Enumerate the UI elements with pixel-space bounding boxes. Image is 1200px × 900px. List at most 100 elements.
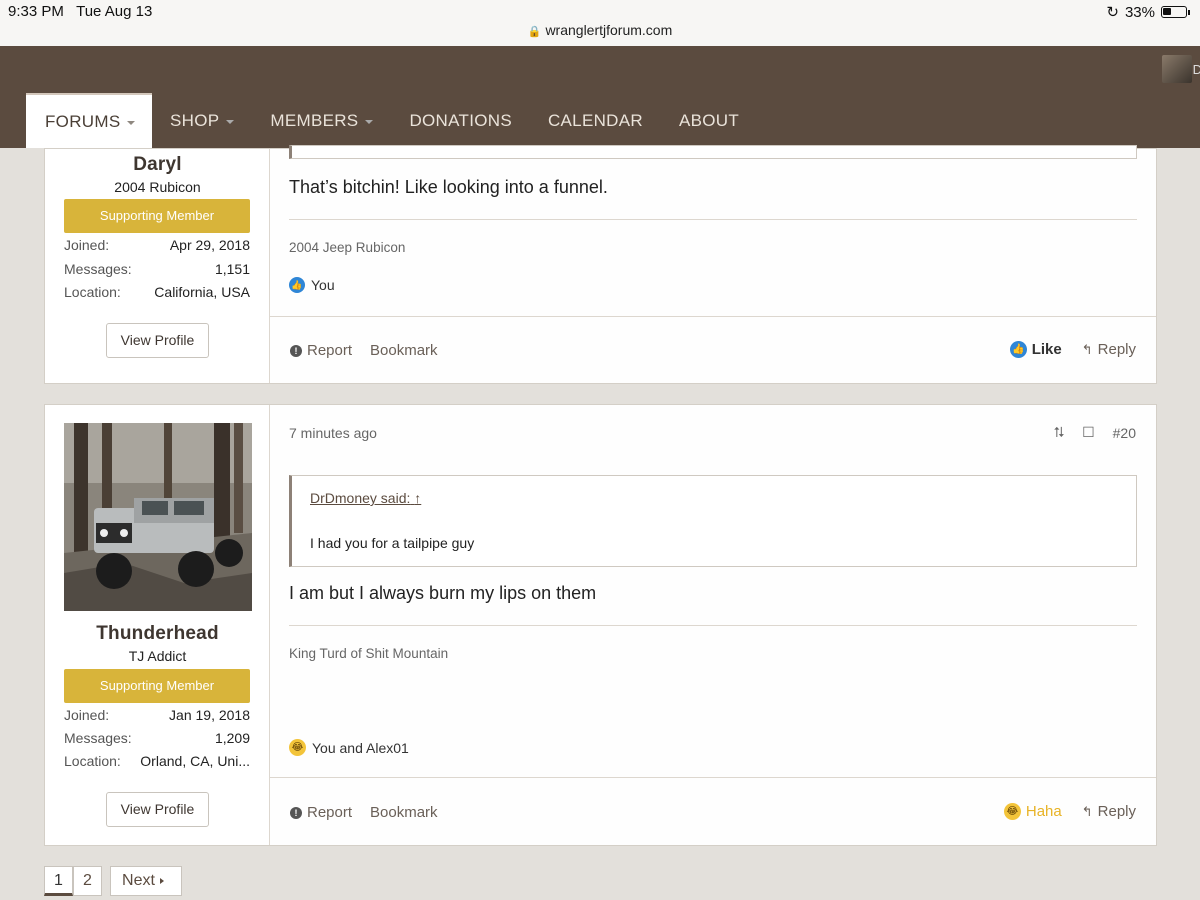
- page-2[interactable]: 2: [73, 866, 102, 896]
- messages-label: Messages:: [64, 261, 132, 277]
- like-icon: 👍: [289, 277, 305, 293]
- pagination: 1 2 Next: [44, 866, 182, 896]
- view-profile-button[interactable]: View Profile: [106, 323, 209, 358]
- location-row: Location: California, USA: [64, 284, 250, 300]
- nav-about-label: ABOUT: [678, 110, 740, 130]
- member-badge: Supporting Member: [64, 199, 250, 233]
- messages-row: Messages: 1,209: [64, 730, 250, 746]
- reaction-summary[interactable]: 😂 You and Alex01: [289, 739, 409, 756]
- reply-button[interactable]: ↰ Reply: [1082, 341, 1136, 358]
- post-signature: King Turd of Shit Mountain: [289, 646, 449, 661]
- url-bar[interactable]: 🔒 wranglertjforum.com: [0, 22, 1200, 38]
- location-value: California, USA: [154, 284, 250, 300]
- bookmark-icon[interactable]: ☐: [1082, 424, 1095, 441]
- view-profile-button[interactable]: View Profile: [106, 792, 209, 827]
- post-signature: 2004 Jeep Rubicon: [289, 240, 406, 255]
- post-timestamp[interactable]: 7 minutes ago: [289, 425, 377, 441]
- user-menu-letter[interactable]: D: [1193, 62, 1200, 77]
- haha-icon: 😂: [289, 739, 306, 756]
- nav-members[interactable]: MEMBERS: [252, 93, 391, 148]
- nav-about[interactable]: ABOUT: [661, 93, 757, 148]
- messages-row: Messages: 1,151: [64, 261, 250, 277]
- page-1[interactable]: 1: [44, 866, 73, 896]
- bookmark-label: Bookmark: [370, 342, 438, 359]
- footer-divider: [270, 316, 1156, 317]
- messages-value: 1,209: [214, 730, 250, 746]
- haha-label: Haha: [1025, 803, 1062, 820]
- chevron-down-icon: [127, 120, 136, 125]
- battery-tip: [1188, 9, 1190, 15]
- post-message: I am but I always burn my lips on them: [289, 583, 597, 603]
- joined-row: Joined: Jan 19, 2018: [64, 707, 250, 723]
- status-time: 9:33 PM Tue Aug 13: [8, 3, 152, 20]
- bookmark-label: Bookmark: [370, 804, 438, 821]
- quote-block: [289, 145, 1137, 159]
- joined-label: Joined:: [64, 707, 110, 723]
- report-label: Report: [307, 342, 353, 359]
- post: Thunderhead TJ Addict Supporting Member …: [44, 404, 1157, 846]
- haha-button[interactable]: 😂 Haha: [1003, 803, 1062, 820]
- bookmark-button[interactable]: Bookmark: [370, 342, 438, 359]
- battery-icon: [1161, 6, 1187, 18]
- reply-button[interactable]: ↰ Reply: [1082, 803, 1136, 820]
- nav-members-label: MEMBERS: [270, 110, 359, 130]
- joined-row: Joined: Apr 29, 2018: [64, 237, 250, 253]
- footer-divider: [270, 777, 1156, 778]
- username[interactable]: Thunderhead: [45, 623, 270, 645]
- quote-author-link[interactable]: DrDmoney said: ↑: [310, 490, 421, 506]
- like-button[interactable]: 👍 Like: [1009, 341, 1062, 358]
- main-nav: FORUMS SHOP MEMBERS DONATIONS CALENDAR A…: [26, 93, 757, 148]
- post-footer-left: ! Report Bookmark: [290, 342, 438, 359]
- nav-donations[interactable]: DONATIONS: [391, 93, 530, 148]
- date: Tue Aug 13: [76, 3, 153, 20]
- post-user-panel: Daryl 2004 Rubicon Supporting Member Joi…: [45, 149, 270, 383]
- reaction-users[interactable]: You: [311, 277, 335, 293]
- status-bar: 9:33 PM Tue Aug 13 ↻ 33% 🔒 wranglertjforu…: [0, 0, 1200, 46]
- username[interactable]: Daryl: [45, 154, 270, 176]
- nav-forums[interactable]: FORUMS: [26, 93, 152, 148]
- report-label: Report: [307, 804, 353, 821]
- like-icon: 👍: [1009, 341, 1027, 358]
- post-number-link[interactable]: #20: [1113, 425, 1136, 441]
- share-icon[interactable]: ⮁: [1053, 424, 1064, 441]
- location-value: Orland, CA, Uni...: [140, 753, 250, 769]
- reaction-users[interactable]: You and Alex01: [312, 740, 409, 756]
- nav-forums-label: FORUMS: [45, 111, 121, 131]
- nav-calendar[interactable]: CALENDAR: [530, 93, 661, 148]
- reply-icon: ↰: [1081, 803, 1093, 819]
- quote-block: DrDmoney said: ↑ I had you for a tailpip…: [289, 475, 1137, 567]
- arrow-up-circle-icon[interactable]: ↑: [414, 490, 421, 506]
- post-user-panel: Thunderhead TJ Addict Supporting Member …: [45, 405, 270, 845]
- nav-shop[interactable]: SHOP: [152, 93, 252, 148]
- alert-icon: !: [290, 806, 302, 819]
- nav-calendar-label: CALENDAR: [547, 110, 643, 130]
- page-number-group: 1 2: [44, 866, 102, 896]
- quote-text: I had you for a tailpipe guy: [310, 535, 475, 551]
- chevron-down-icon: [226, 119, 235, 124]
- report-button[interactable]: ! Report: [290, 342, 352, 359]
- battery-percent: 33%: [1124, 3, 1155, 21]
- quote-author: DrDmoney said:: [310, 490, 411, 506]
- messages-label: Messages:: [64, 730, 132, 746]
- next-label: Next: [122, 872, 155, 889]
- next-page-button[interactable]: Next: [110, 866, 182, 896]
- bookmark-button[interactable]: Bookmark: [370, 804, 438, 821]
- chevron-down-icon: [365, 119, 374, 124]
- member-badge: Supporting Member: [64, 669, 250, 703]
- location-row: Location: Orland, CA, Uni...: [64, 753, 250, 769]
- joined-value: Apr 29, 2018: [169, 237, 250, 253]
- post-message: That’s bitchin! Like looking into a funn…: [289, 177, 608, 197]
- reaction-summary[interactable]: 👍 You: [289, 277, 335, 293]
- location-label: Location:: [64, 753, 121, 769]
- user-avatar-photo[interactable]: [64, 423, 252, 611]
- haha-icon: 😂: [1003, 803, 1021, 820]
- post: Daryl 2004 Rubicon Supporting Member Joi…: [44, 145, 1157, 384]
- chevron-right-icon: [159, 877, 164, 884]
- post-actions-top: ⮁ ☐ #20: [1053, 424, 1136, 441]
- user-title: TJ Addict: [128, 648, 187, 664]
- post-body: That’s bitchin! Like looking into a funn…: [270, 145, 1156, 383]
- user-avatar[interactable]: [1162, 55, 1192, 83]
- signature-divider: [289, 219, 1137, 220]
- report-button[interactable]: ! Report: [290, 804, 352, 821]
- lock-icon: 🔒: [527, 26, 542, 38]
